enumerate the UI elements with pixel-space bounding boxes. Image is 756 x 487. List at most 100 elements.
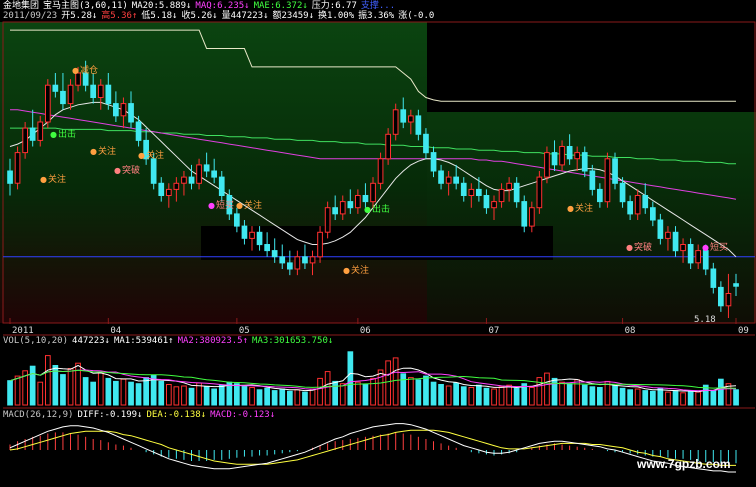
x-tick-label: 07 [488, 326, 499, 336]
volume-bar [612, 385, 618, 406]
candle-body [657, 219, 664, 239]
signal-dot-icon: ● [114, 166, 121, 175]
redaction-box [201, 226, 553, 260]
volume-bar [483, 387, 490, 406]
signal-marker: ●短买 [702, 243, 728, 253]
volume-bar [256, 389, 263, 406]
volume-bar [302, 391, 308, 406]
candle-body [317, 231, 323, 258]
volume-bar [551, 377, 558, 406]
candle-body [597, 188, 603, 203]
volume-bar [82, 377, 89, 406]
volume-bar [113, 380, 119, 406]
volume-bar [529, 387, 535, 406]
candle-body [551, 152, 558, 166]
signal-dot-icon: ● [626, 243, 633, 252]
candle-body [241, 225, 248, 239]
candle-body [324, 207, 331, 233]
signal-marker: ●出击 [364, 205, 390, 215]
volume-bar [423, 375, 429, 406]
candle-body [362, 195, 369, 203]
title-row-item: 支撑... [360, 1, 396, 11]
candle-body [566, 146, 573, 160]
volume-bar [14, 375, 21, 406]
candle-body [408, 115, 414, 123]
volume-bar [665, 391, 671, 406]
volume-bar [460, 386, 467, 406]
price-panel-dark-region [427, 22, 756, 112]
candle-body [188, 176, 195, 184]
volume-bar [408, 377, 414, 406]
signal-label: 关注 [47, 175, 66, 185]
volume-bar [445, 385, 452, 406]
signal-dot-icon: ● [50, 130, 57, 139]
signal-dot-icon: ● [702, 243, 709, 252]
candle-body [574, 152, 580, 160]
volume-bar [453, 382, 459, 406]
macd-header: MACD(26,12,9) DIFF:-0.199↓ DEA:-0.138↓ MACD… [3, 410, 279, 420]
volume-bar [75, 362, 81, 406]
stock-chart-window: 2011 04 05 06 07 08 09 金地集团 宝马主图(3,60,11) MA20:5… [0, 0, 756, 487]
volume-bar [581, 384, 588, 406]
volume-bar [657, 387, 664, 406]
ohlc-row-item: 收5.26↓ [181, 11, 218, 21]
candle-body [725, 293, 732, 307]
signal-marker: ●关注 [236, 201, 262, 211]
x-tick-label: 05 [239, 326, 250, 336]
volume-bar [385, 360, 391, 406]
volume-bar [733, 389, 739, 406]
ohlc-row-item: 额23459↓ [272, 11, 315, 21]
volume-bar [672, 390, 679, 406]
candle-body [150, 158, 157, 184]
candle-body [166, 188, 172, 196]
volume-bar [680, 392, 686, 406]
candle-body [642, 195, 649, 209]
candle-body [536, 176, 543, 209]
volume-bar [279, 388, 286, 406]
candle-body [476, 188, 482, 196]
candle-body [113, 103, 119, 117]
volume-header-item: MA1:539461↑ [113, 336, 174, 346]
signal-dot-icon: ● [236, 201, 243, 210]
candle-body [287, 262, 293, 270]
signal-dot-icon: ● [208, 201, 215, 210]
signal-marker: ●突破 [114, 166, 140, 176]
candle-body [453, 176, 459, 184]
candle-body [612, 158, 618, 184]
volume-bar [347, 351, 354, 406]
candle-body [604, 158, 611, 203]
candle-body [468, 188, 475, 196]
volume-header-item: MA3:301653.750↓ [252, 336, 334, 346]
volume-header-item: 447223↓ [72, 336, 110, 346]
volume-header-item: MA2:380923.5↑ [177, 336, 249, 346]
candle-body [718, 286, 724, 307]
signal-dot-icon: ● [343, 266, 350, 275]
candle-body [218, 176, 225, 197]
x-tick-label: 06 [360, 326, 371, 336]
candle-body [105, 84, 112, 105]
volume-bar [324, 371, 331, 406]
candle-body [650, 207, 656, 221]
volume-bar [650, 390, 656, 406]
volume-bar [234, 383, 240, 406]
candle-body [60, 90, 66, 105]
candle-body [355, 195, 361, 209]
title-row: 金地集团 宝马主图(3,60,11) MA20:5.889↓ MAQ:6.235↓ MA… [3, 1, 399, 11]
candle-body [581, 152, 588, 172]
candle-body [498, 188, 505, 203]
signal-marker: ●出击 [50, 130, 76, 140]
candle-body [67, 84, 74, 105]
candle-body [589, 170, 596, 190]
signal-marker: ●短买 [208, 201, 234, 211]
x-tick-label: 2011 [12, 326, 34, 336]
candle-body [264, 244, 270, 252]
signal-label: 短买 [215, 201, 234, 211]
candle-body [513, 182, 520, 203]
volume-bar [476, 384, 482, 406]
title-row-item: 宝马主图(3,60,11) [43, 1, 128, 11]
x-tick-label: 04 [110, 326, 121, 336]
candle-body [120, 103, 127, 117]
volume-bar [211, 388, 218, 406]
macd-header-item: DEA:-0.138↓ [146, 410, 207, 420]
signal-label: 短买 [709, 243, 728, 253]
